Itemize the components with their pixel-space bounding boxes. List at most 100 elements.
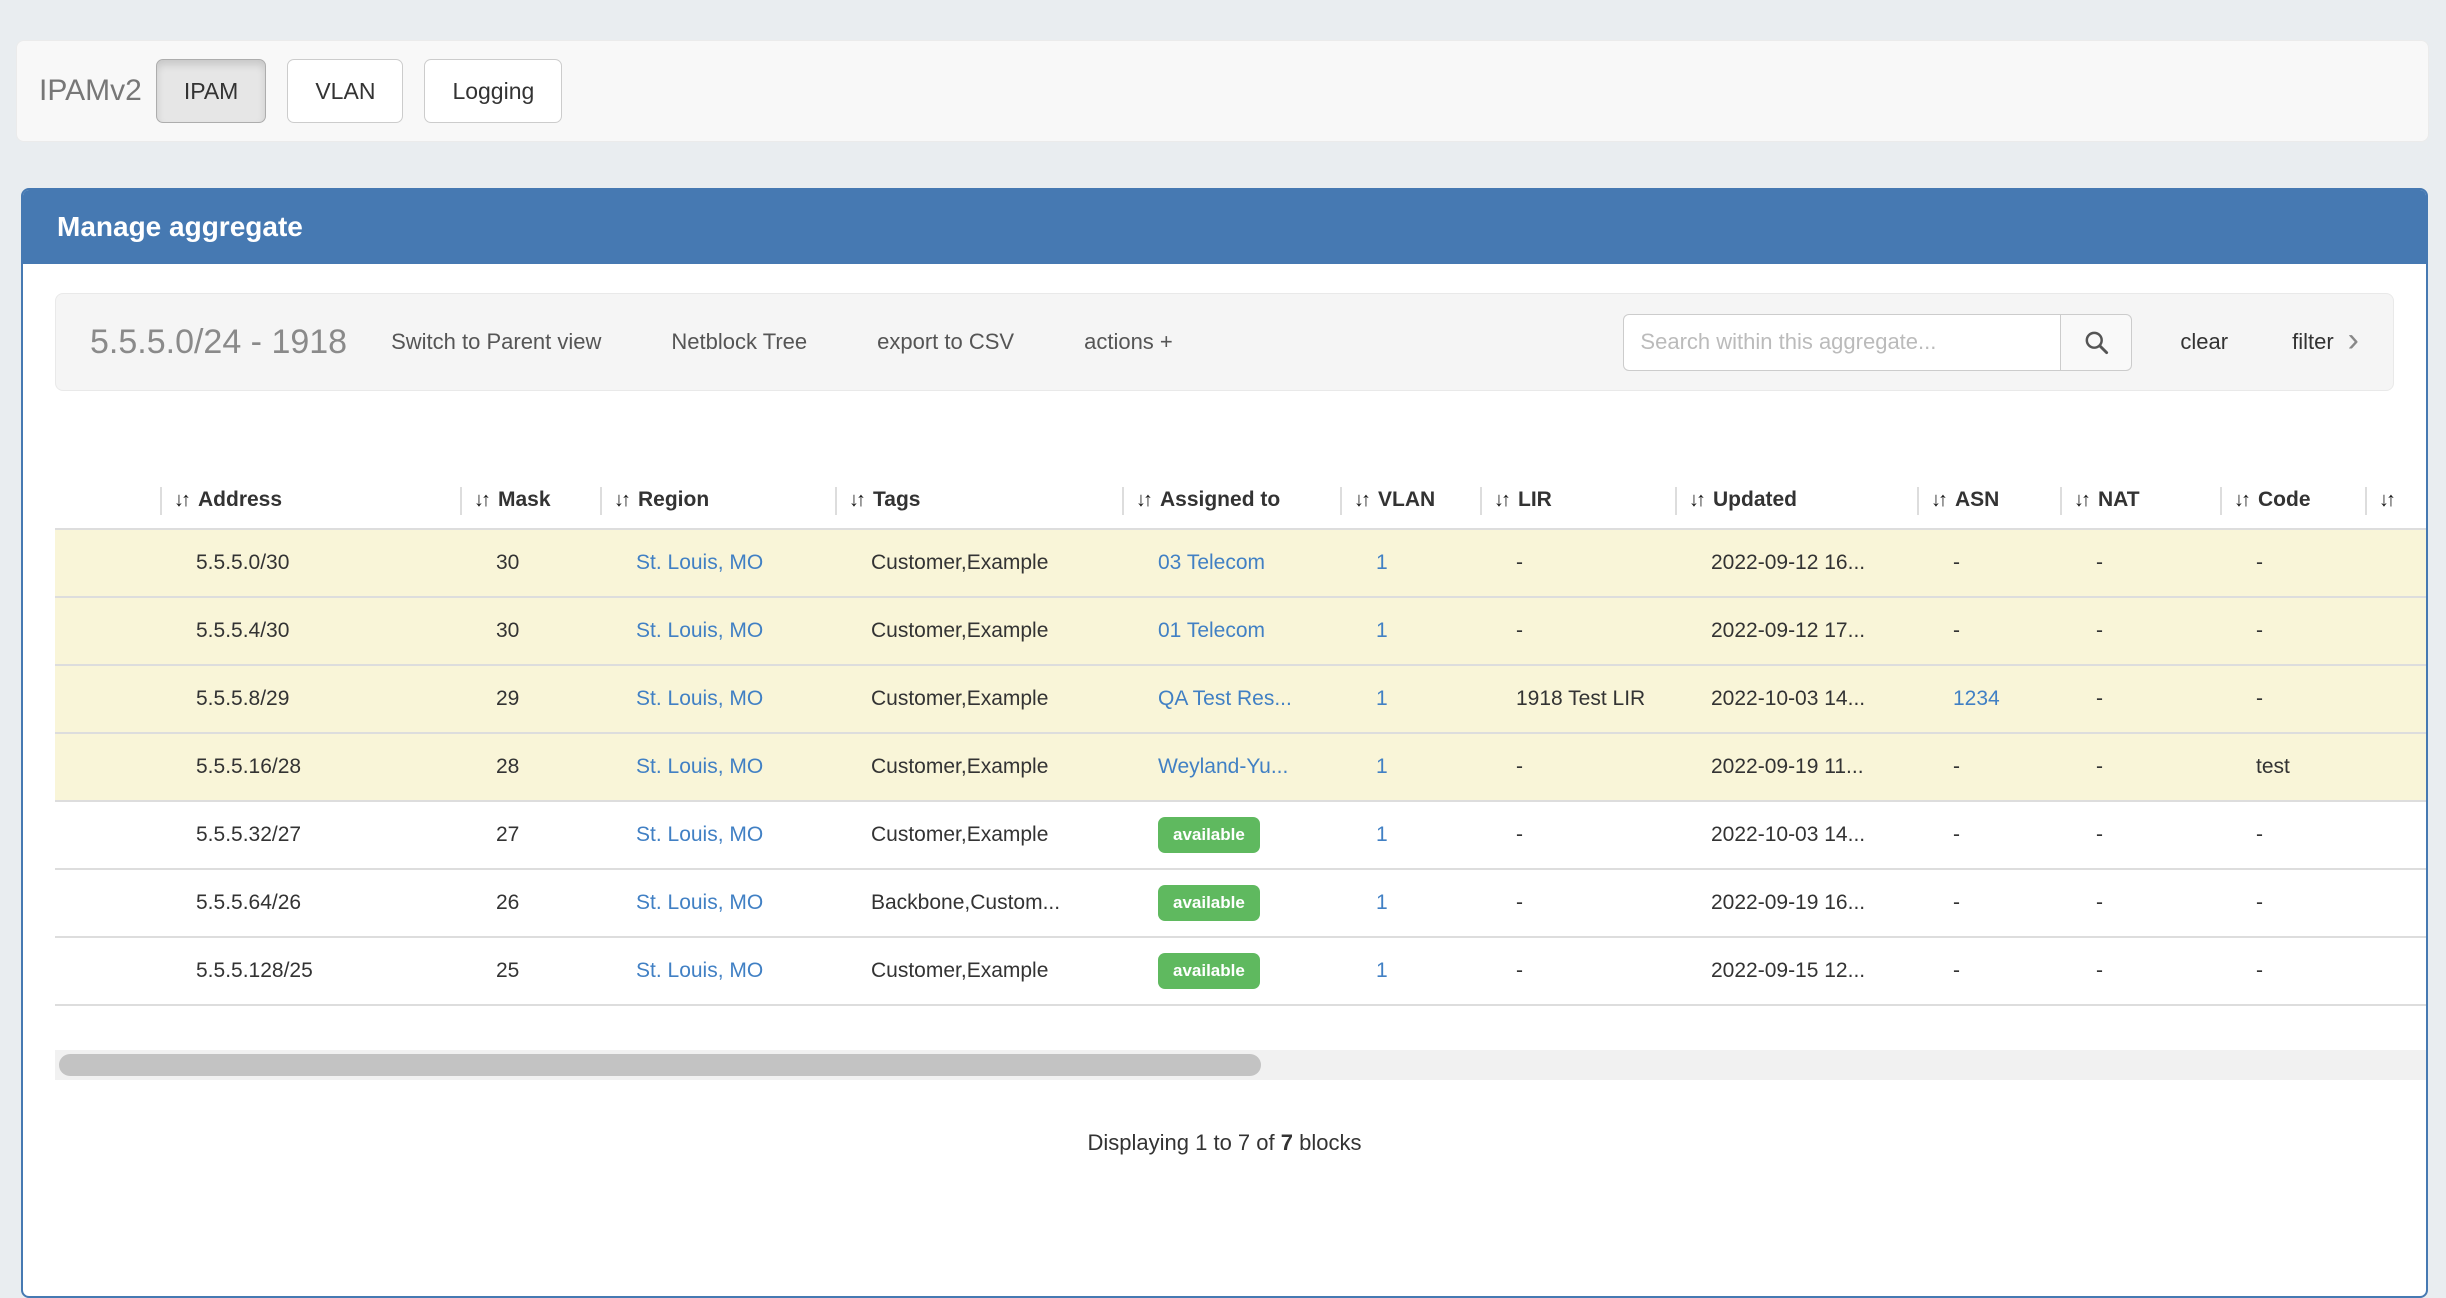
sort-icon: ↓↑ — [1689, 489, 1703, 511]
cell-mask: 29 — [460, 665, 600, 733]
cell-updated: 2022-10-03 14... — [1675, 665, 1917, 733]
assigned-link[interactable]: Weyland-Yu... — [1158, 755, 1288, 778]
cell-vlan: 1 — [1340, 733, 1480, 801]
vlan-link[interactable]: 1 — [1376, 619, 1388, 642]
column-header-address[interactable]: ↓↑Address — [160, 471, 460, 529]
cell-vlan: 1 — [1340, 529, 1480, 597]
toolbar-link-switch-to-parent-view[interactable]: Switch to Parent view — [391, 329, 601, 355]
cell-code: - — [2220, 597, 2365, 665]
cell-tags: Customer,Example — [835, 801, 1122, 869]
column-header-region[interactable]: ↓↑Region — [600, 471, 835, 529]
region-link[interactable]: St. Louis, MO — [636, 687, 763, 710]
filter-button[interactable]: filter › — [2292, 325, 2359, 359]
cell-address: 5.5.5.64/26 — [160, 869, 460, 937]
cell-lir: - — [1480, 733, 1675, 801]
column-label: ASN — [1955, 488, 1999, 511]
cell-region: St. Louis, MO — [600, 733, 835, 801]
region-link[interactable]: St. Louis, MO — [636, 755, 763, 778]
cell-region: St. Louis, MO — [600, 869, 835, 937]
cell-region: St. Louis, MO — [600, 529, 835, 597]
column-header-extra[interactable]: ↓↑ — [2365, 471, 2426, 529]
column-header-tags[interactable]: ↓↑Tags — [835, 471, 1122, 529]
cell-address: 5.5.5.32/27 — [160, 801, 460, 869]
vlan-link[interactable]: 1 — [1376, 891, 1388, 914]
asn-link[interactable]: 1234 — [1953, 687, 2000, 710]
tab-vlan[interactable]: VLAN — [287, 59, 403, 123]
column-header-asn[interactable]: ↓↑ ASN — [1917, 471, 2060, 529]
vlan-link[interactable]: 1 — [1376, 823, 1388, 846]
table-row: 5.5.5.128/2525St. Louis, MOCustomer,Exam… — [55, 937, 2426, 1005]
toolbar-link-export-to-csv[interactable]: export to CSV — [877, 329, 1014, 355]
cell-address: 5.5.5.16/28 — [160, 733, 460, 801]
assigned-link[interactable]: QA Test Res... — [1158, 687, 1292, 710]
cell-asn: - — [1917, 869, 2060, 937]
vlan-link[interactable]: 1 — [1376, 687, 1388, 710]
panel-heading: Manage aggregate — [23, 190, 2426, 264]
column-header-mask[interactable]: ↓↑Mask — [460, 471, 600, 529]
column-header-nat[interactable]: ↓↑NAT — [2060, 471, 2220, 529]
cell-mask: 30 — [460, 597, 600, 665]
cell-vlan: 1 — [1340, 801, 1480, 869]
sort-icon: ↓↑ — [174, 489, 188, 511]
sort-icon: ↓↑ — [1931, 489, 1945, 511]
vlan-link[interactable]: 1 — [1376, 755, 1388, 778]
vlan-link[interactable]: 1 — [1376, 551, 1388, 574]
available-badge[interactable]: available — [1158, 817, 1260, 853]
sort-icon: ↓↑ — [2234, 489, 2248, 511]
table-row: 5.5.5.4/3030St. Louis, MOCustomer,Exampl… — [55, 597, 2426, 665]
vlan-link[interactable]: 1 — [1376, 959, 1388, 982]
cell-address: 5.5.5.4/30 — [160, 597, 460, 665]
cell-vlan: 1 — [1340, 665, 1480, 733]
available-badge[interactable]: available — [1158, 885, 1260, 921]
column-header-lir[interactable]: ↓↑LIR — [1480, 471, 1675, 529]
column-header-code[interactable]: ↓↑Code — [2220, 471, 2365, 529]
cell-code: test — [2220, 733, 2365, 801]
cell-spacer — [55, 733, 160, 801]
cell-nat: - — [2060, 597, 2220, 665]
column-header-updated[interactable]: ↓↑Updated — [1675, 471, 1917, 529]
cell-code: - — [2220, 665, 2365, 733]
brand-link[interactable]: IPAMv2 — [17, 74, 142, 108]
column-header-vlan[interactable]: ↓↑VLAN — [1340, 471, 1480, 529]
cell-nat: - — [2060, 733, 2220, 801]
clear-button[interactable]: clear — [2180, 329, 2228, 355]
assigned-link[interactable]: 01 Telecom — [1158, 619, 1265, 642]
toolbar-link-actions[interactable]: actions + — [1084, 329, 1173, 355]
cell-mask: 25 — [460, 937, 600, 1005]
filter-label: filter — [2292, 329, 2334, 355]
region-link[interactable]: St. Louis, MO — [636, 823, 763, 846]
tab-logging[interactable]: Logging — [424, 59, 562, 123]
region-link[interactable]: St. Louis, MO — [636, 891, 763, 914]
column-header-assigned-to[interactable]: ↓↑Assigned to — [1122, 471, 1340, 529]
sort-icon: ↓↑ — [2379, 489, 2393, 511]
table-row: 5.5.5.32/2727St. Louis, MOCustomer,Examp… — [55, 801, 2426, 869]
available-badge[interactable]: available — [1158, 953, 1260, 989]
cell-asn: - — [1917, 529, 2060, 597]
cell-spacer — [55, 597, 160, 665]
region-link[interactable]: St. Louis, MO — [636, 959, 763, 982]
toolbar-link-netblock-tree[interactable]: Netblock Tree — [671, 329, 807, 355]
cell-tags: Customer,Example — [835, 937, 1122, 1005]
column-label: NAT — [2098, 488, 2140, 511]
cell-assigned-to: available — [1122, 801, 1340, 869]
horizontal-scrollbar[interactable] — [55, 1050, 2426, 1080]
status-total: 7 — [1281, 1130, 1293, 1155]
status-suffix: blocks — [1293, 1130, 1361, 1155]
panel-title: Manage aggregate — [57, 211, 303, 243]
cell-region: St. Louis, MO — [600, 665, 835, 733]
toolbar-links: Switch to Parent view Netblock Tree export… — [391, 329, 1243, 355]
search-input[interactable] — [1623, 314, 2061, 371]
region-link[interactable]: St. Louis, MO — [636, 551, 763, 574]
search-button[interactable] — [2060, 314, 2132, 371]
cell-extra — [2365, 937, 2426, 1005]
cell-tags: Customer,Example — [835, 529, 1122, 597]
tab-ipam[interactable]: IPAM — [156, 59, 267, 123]
chevron-right-icon: › — [2348, 323, 2359, 357]
assigned-link[interactable]: 03 Telecom — [1158, 551, 1265, 574]
region-link[interactable]: St. Louis, MO — [636, 619, 763, 642]
scrollbar-thumb[interactable] — [59, 1054, 1261, 1076]
navbar: IPAMv2 IPAM VLAN Logging — [16, 40, 2429, 142]
app-root: IPAMv2 IPAMVLANLogging Manage aggregate … — [0, 0, 2446, 1204]
column-label: Region — [638, 488, 709, 511]
cell-code: - — [2220, 529, 2365, 597]
